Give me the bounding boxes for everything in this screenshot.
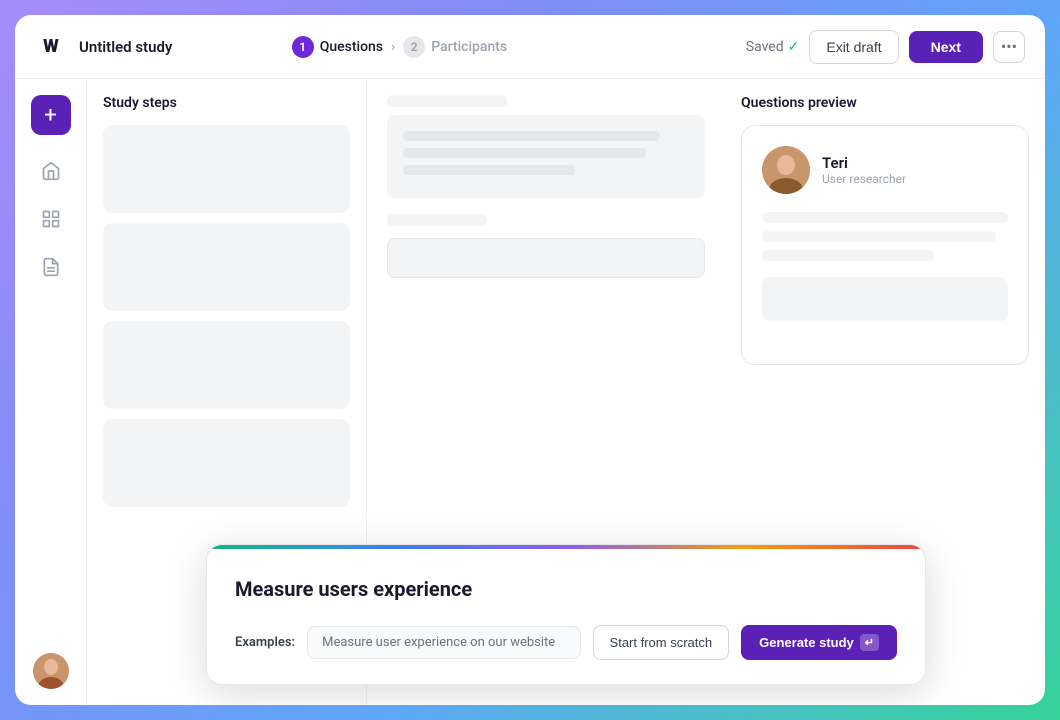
preview-card: Teri User researcher	[741, 125, 1029, 365]
start-from-scratch-button[interactable]: Start from scratch	[593, 625, 730, 660]
example-chip[interactable]: Measure user experience on our website	[307, 626, 580, 659]
step-2: 2 Participants	[403, 36, 507, 58]
step-card-4[interactable]	[103, 419, 350, 507]
examples-label: Examples:	[235, 635, 295, 650]
next-button[interactable]: Next	[909, 31, 983, 63]
ai-modal-footer: Examples: Measure user experience on our…	[235, 625, 897, 660]
skeleton-box-1	[387, 115, 705, 198]
add-button[interactable]: +	[31, 95, 71, 135]
step-card-2[interactable]	[103, 223, 350, 311]
ai-modal-body: Measure users experience Examples: Measu…	[207, 549, 925, 684]
step-2-label: Participants	[431, 39, 507, 55]
generate-label: Generate study	[759, 635, 854, 650]
preview-avatar	[762, 146, 810, 194]
skeleton-inner-3	[403, 165, 575, 175]
preview-user-info: Teri User researcher	[822, 154, 906, 186]
sidebar-item-home[interactable]	[31, 151, 71, 191]
preview-title: Questions preview	[741, 95, 1029, 111]
enter-icon: ↵	[860, 634, 879, 651]
study-steps-title: Study steps	[103, 95, 350, 111]
sidebar: +	[15, 79, 87, 705]
step-1-number: 1	[292, 36, 314, 58]
exit-draft-button[interactable]: Exit draft	[809, 30, 898, 64]
sidebar-item-docs[interactable]	[31, 247, 71, 287]
step-card-1[interactable]	[103, 125, 350, 213]
skeleton-bar-2	[387, 214, 487, 226]
skeleton-inner-1	[403, 131, 660, 141]
preview-bar-1	[762, 212, 1008, 223]
preview-bar-2	[762, 231, 996, 242]
preview-user: Teri User researcher	[762, 146, 1008, 194]
preview-user-name: Teri	[822, 154, 906, 172]
step-card-3[interactable]	[103, 321, 350, 409]
main-content: +	[15, 79, 1045, 705]
page-title: Untitled study	[79, 38, 172, 56]
sidebar-item-apps[interactable]	[31, 199, 71, 239]
step-1: 1 Questions	[292, 36, 383, 58]
generate-study-button[interactable]: Generate study ↵	[741, 625, 897, 660]
modal-overlay: Measure users experience Examples: Measu…	[87, 544, 1045, 705]
user-avatar[interactable]	[33, 653, 69, 689]
chevron-icon: ›	[391, 39, 395, 55]
header-actions: Saved ✓ Exit draft Next •••	[746, 30, 1025, 64]
preview-button-skeleton	[762, 277, 1008, 321]
skeleton-inner-2	[403, 148, 646, 158]
preview-user-role: User researcher	[822, 172, 906, 186]
skeleton-input[interactable]	[387, 238, 705, 278]
ai-modal: Measure users experience Examples: Measu…	[206, 544, 926, 685]
steps-nav: 1 Questions › 2 Participants	[292, 36, 507, 58]
more-options-button[interactable]: •••	[993, 31, 1025, 63]
logo: W	[35, 31, 67, 63]
preview-bar-3	[762, 250, 934, 261]
content-area: Study steps Questions preview	[87, 79, 1045, 705]
skeleton-bar-1	[387, 95, 507, 107]
step-2-number: 2	[403, 36, 425, 58]
saved-status: Saved ✓	[746, 39, 800, 55]
header: W Untitled study 1 Questions › 2 Partici…	[15, 15, 1045, 79]
ai-modal-title: Measure users experience	[235, 577, 897, 601]
step-1-label: Questions	[320, 39, 383, 55]
